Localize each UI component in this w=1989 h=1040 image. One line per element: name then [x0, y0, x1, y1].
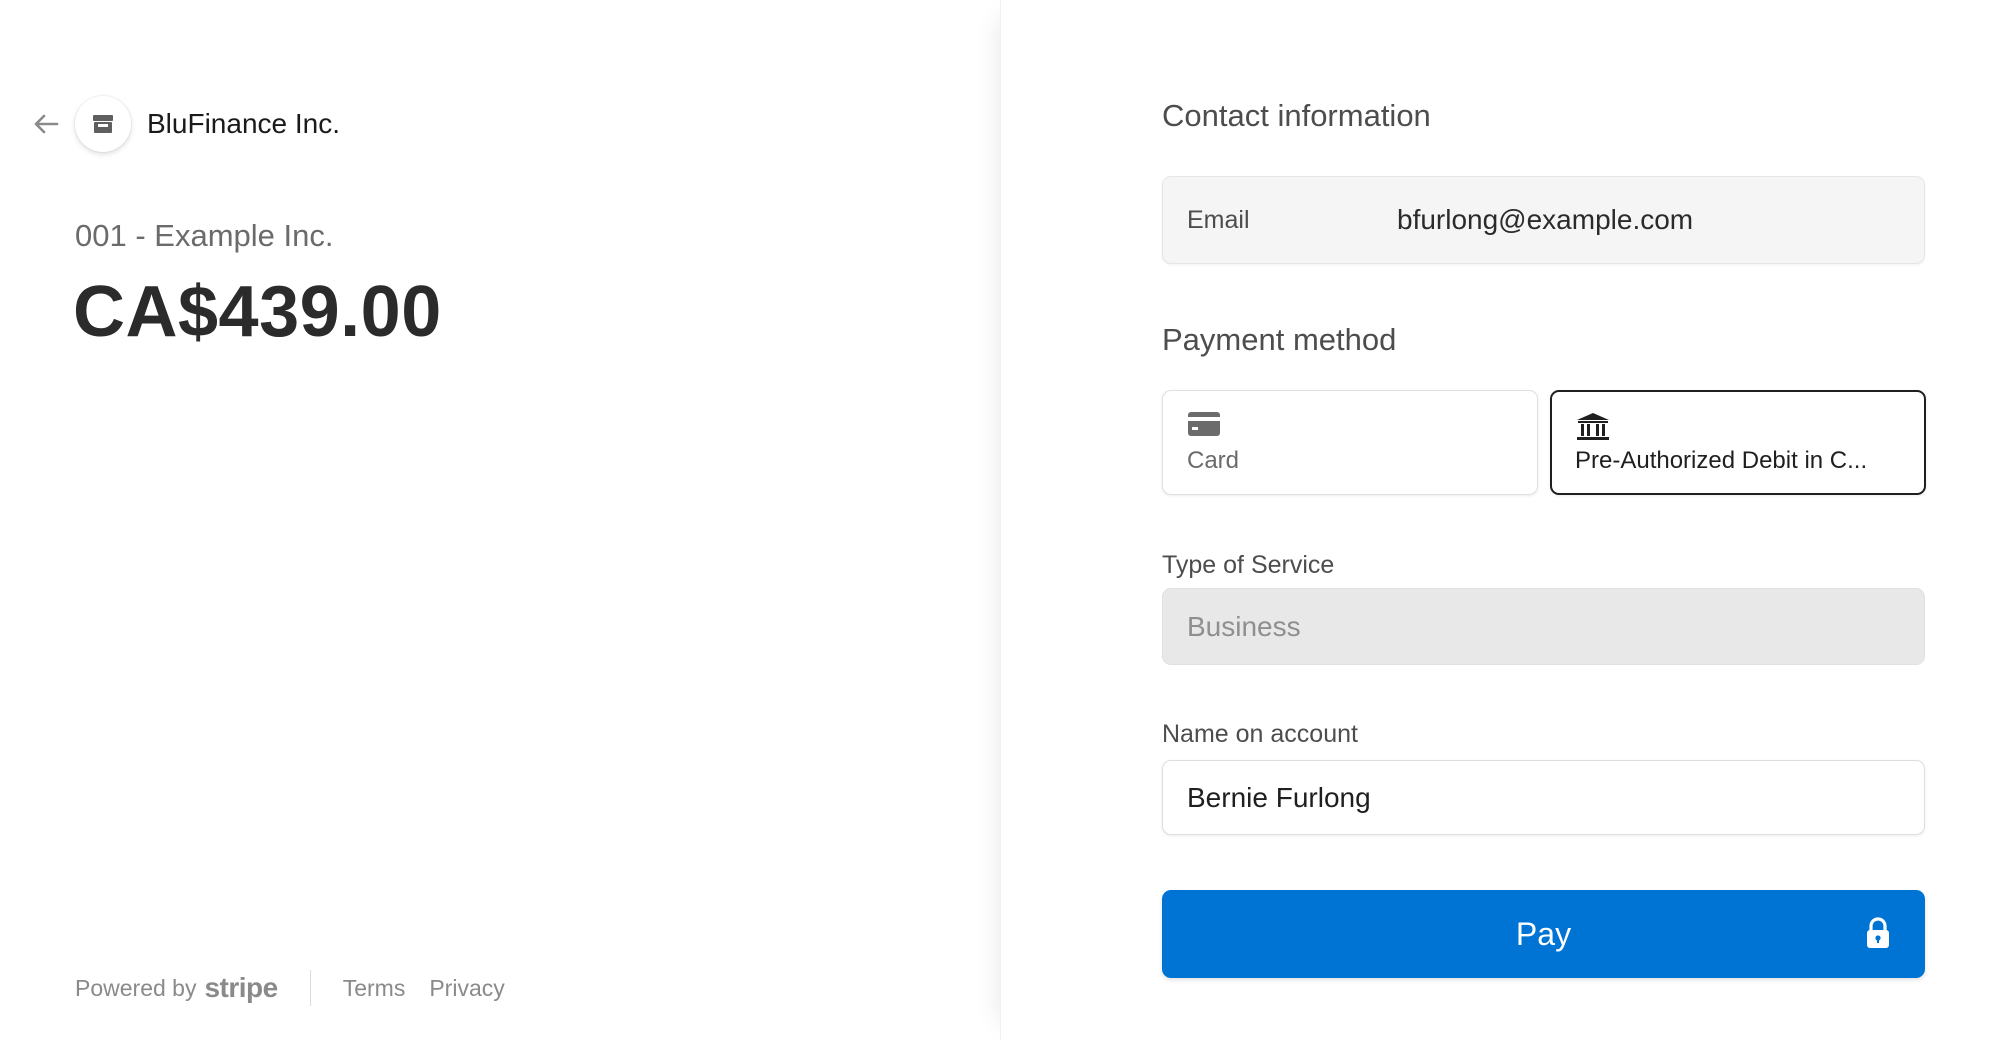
account-name-input[interactable] [1162, 760, 1925, 835]
checkout-page: BluFinance Inc. 001 - Example Inc. CA$43… [0, 0, 1989, 1040]
privacy-link[interactable]: Privacy [429, 975, 504, 1002]
contact-info-title: Contact information [1162, 98, 1431, 133]
back-button[interactable] [28, 108, 64, 140]
terms-link[interactable]: Terms [343, 975, 406, 1002]
email-value: bfurlong@example.com [1397, 204, 1694, 235]
order-amount: CA$439.00 [73, 272, 442, 352]
payment-method-pad[interactable]: Pre-Authorized Debit in C... [1550, 390, 1926, 495]
powered-by-stripe[interactable]: Powered by stripe [75, 972, 278, 1004]
service-type-label: Type of Service [1162, 551, 1335, 579]
service-type-value: Business [1187, 610, 1301, 642]
account-name-label: Name on account [1162, 720, 1358, 748]
footer-divider [309, 970, 311, 1006]
payment-panel: Contact information Email bfurlong@examp… [1000, 0, 1989, 1040]
lock-icon [1867, 917, 1889, 948]
stripe-logo: stripe [204, 972, 278, 1003]
store-icon [93, 115, 113, 133]
email-label: Email [1187, 205, 1250, 234]
footer: Powered by stripe Terms Privacy [75, 970, 529, 1006]
product-name: 001 - Example Inc. [75, 218, 334, 253]
payment-method-title: Payment method [1162, 322, 1397, 357]
merchant-logo [75, 96, 131, 152]
powered-by-text: Powered by [75, 974, 197, 1001]
credit-card-icon [1188, 412, 1220, 436]
pay-button-label: Pay [1515, 915, 1572, 952]
merchant-name: BluFinance Inc. [147, 108, 340, 139]
payment-method-pad-label: Pre-Authorized Debit in C... [1575, 447, 1868, 474]
service-type-select[interactable]: Business [1162, 588, 1925, 665]
bank-icon [1577, 413, 1609, 440]
arrow-left-icon [34, 114, 59, 134]
pay-button[interactable]: Pay [1162, 890, 1925, 978]
payment-method-card-label: Card [1187, 447, 1240, 474]
email-field[interactable]: Email bfurlong@example.com [1162, 176, 1925, 264]
payment-method-card[interactable]: Card [1162, 390, 1538, 495]
order-summary-panel: BluFinance Inc. 001 - Example Inc. CA$43… [0, 0, 1000, 1040]
